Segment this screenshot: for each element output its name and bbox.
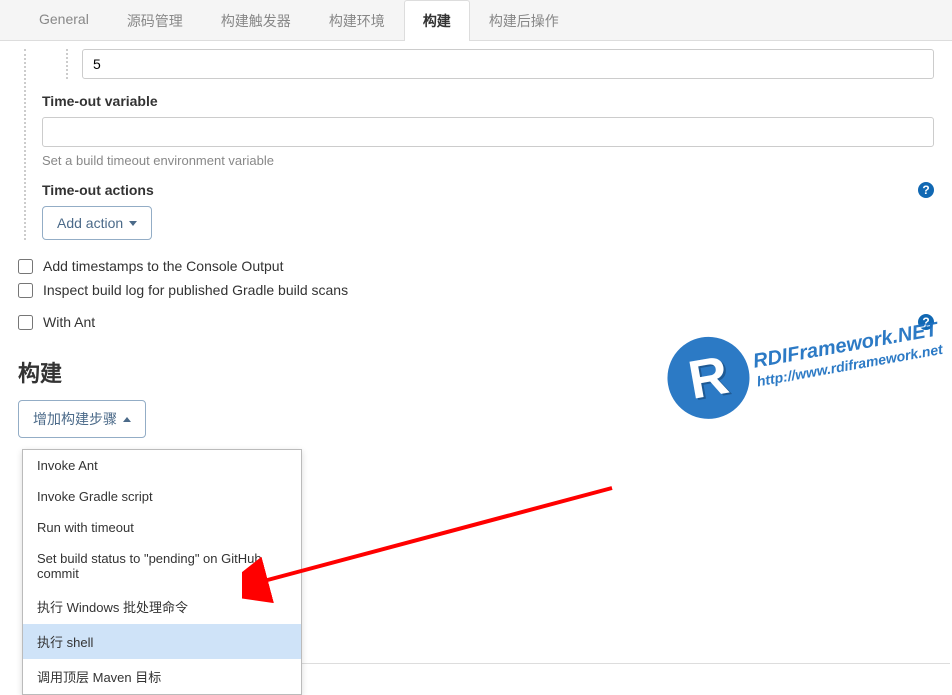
add-action-button[interactable]: Add action (42, 206, 152, 240)
dropdown-item[interactable]: Set build status to "pending" on GitHub … (23, 543, 301, 589)
tab-triggers[interactable]: 构建触发器 (202, 0, 310, 41)
panel-border (250, 464, 950, 664)
check-ant[interactable] (18, 315, 33, 330)
timeout-actions-label: Time-out actions (42, 182, 154, 198)
dropdown-item[interactable]: Invoke Gradle script (23, 481, 301, 512)
check-gradle-label: Inspect build log for published Gradle b… (43, 282, 348, 298)
build-panel: Time-out variable Set a build timeout en… (0, 41, 952, 456)
config-tabs: General 源码管理 构建触发器 构建环境 构建 构建后操作 (0, 0, 952, 41)
help-icon[interactable]: ? (918, 314, 934, 330)
dropdown-item[interactable]: 执行 shell (23, 624, 301, 659)
check-timestamps-label: Add timestamps to the Console Output (43, 258, 283, 274)
add-action-label: Add action (57, 215, 123, 231)
caret-down-icon (129, 221, 137, 226)
check-ant-label: With Ant (43, 314, 95, 330)
add-build-step-button[interactable]: 增加构建步骤 (18, 400, 146, 438)
tab-build[interactable]: 构建 (404, 0, 470, 41)
timeout-block: Time-out variable Set a build timeout en… (24, 49, 934, 240)
help-icon[interactable]: ? (918, 182, 934, 198)
timeout-var-label: Time-out variable (42, 93, 934, 109)
tab-general[interactable]: General (20, 0, 108, 41)
check-ant-row[interactable]: With Ant (18, 314, 95, 330)
dropdown-item[interactable]: Run with timeout (23, 512, 301, 543)
check-timestamps[interactable] (18, 259, 33, 274)
add-build-step-label: 增加构建步骤 (33, 409, 117, 429)
check-timestamps-row[interactable]: Add timestamps to the Console Output (18, 258, 934, 274)
dropdown-item[interactable]: 调用顶层 Maven 目标 (23, 659, 301, 694)
tab-scm[interactable]: 源码管理 (108, 0, 202, 41)
timeout-value-input[interactable] (82, 49, 934, 79)
check-gradle-row[interactable]: Inspect build log for published Gradle b… (18, 282, 934, 298)
timeout-var-input[interactable] (42, 117, 934, 147)
tab-post-build[interactable]: 构建后操作 (470, 0, 578, 41)
caret-up-icon (123, 417, 131, 422)
dropdown-item[interactable]: Invoke Ant (23, 450, 301, 481)
tab-build-env[interactable]: 构建环境 (310, 0, 404, 41)
check-gradle[interactable] (18, 283, 33, 298)
dropdown-item[interactable]: 执行 Windows 批处理命令 (23, 589, 301, 624)
build-step-dropdown: Invoke AntInvoke Gradle scriptRun with t… (22, 449, 302, 695)
build-section-title: 构建 (18, 356, 934, 388)
timeout-var-help: Set a build timeout environment variable (42, 153, 934, 168)
